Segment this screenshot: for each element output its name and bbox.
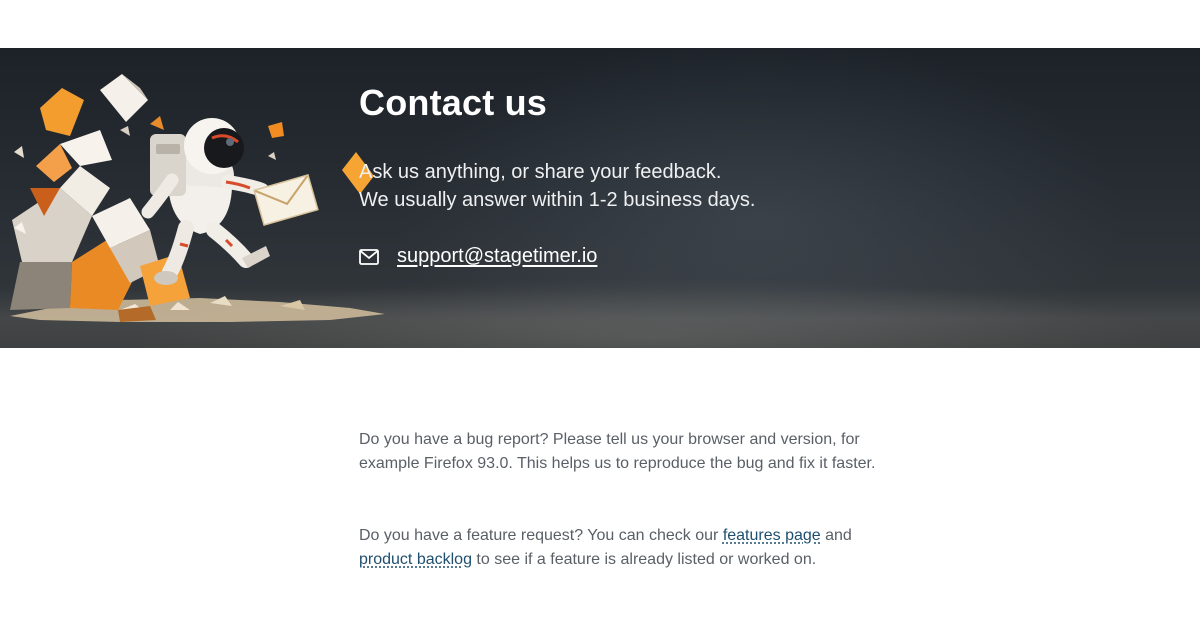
envelope-icon [359,248,379,265]
hero-description-line-1: Ask us anything, or share your feedback. [359,161,722,183]
product-backlog-link[interactable]: product backlog [359,551,472,568]
support-email-link[interactable]: support@stagetimer.io [397,245,597,268]
contact-content: Do you have a bug report? Please tell us… [359,428,899,572]
contact-hero: Contact us Ask us anything, or share you… [0,48,1200,348]
feature-request-and: and [825,527,852,544]
bug-report-paragraph: Do you have a bug report? Please tell us… [359,431,876,472]
hero-description: Ask us anything, or share your feedback.… [359,158,755,214]
feature-request-intro: Do you have a feature request? You can c… [359,527,719,544]
astronaut-illustration [10,74,385,322]
feature-request-outro: to see if a feature is already listed or… [476,551,817,568]
support-email-row: support@stagetimer.io [359,245,597,268]
page-title: Contact us [359,82,548,123]
hero-description-line-2: We usually answer within 1-2 business da… [359,189,756,211]
features-page-link[interactable]: features page [723,527,821,544]
feature-request-paragraph: Do you have a feature request? You can c… [359,524,899,572]
top-navigation-bar [0,0,1200,48]
